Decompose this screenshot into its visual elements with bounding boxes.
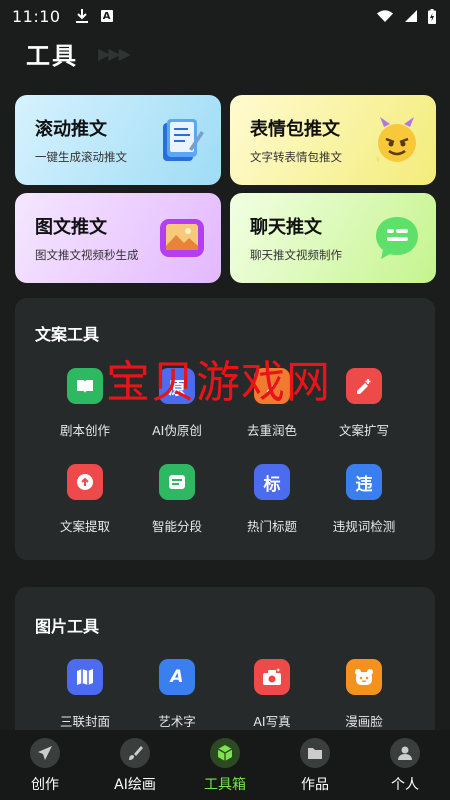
tool-label: 文案提取 <box>59 519 110 534</box>
bottom-tab-bar: 创作 AI绘画 工具箱 作品 个人 <box>0 730 450 800</box>
folder-icon <box>300 738 330 768</box>
tab-toolbox[interactable]: 工具箱 <box>180 730 270 800</box>
tab-label: 创作 <box>31 777 59 793</box>
picture-frame-icon <box>160 219 204 257</box>
chat-bubble-icon <box>376 217 418 259</box>
keyboard-a-icon: A <box>100 10 113 22</box>
paper-plane-icon <box>30 738 60 768</box>
polish-icon <box>254 368 290 404</box>
violation-icon: 违 <box>346 464 382 500</box>
tool-label: 热门标题 <box>246 519 297 534</box>
tab-ai-drawing[interactable]: AI绘画 <box>90 730 180 800</box>
tab-profile[interactable]: 个人 <box>360 730 450 800</box>
copy-tools-panel: 文案工具 剧本创作 原 AI伪原创 去重润色 文案扩写 文案提取 智能分段 标 … <box>15 298 435 560</box>
icon-glyph: A <box>170 667 184 687</box>
icon-glyph: 标 <box>263 474 281 495</box>
pen-plus-icon <box>346 368 382 404</box>
icon-glyph: 原 <box>168 378 186 399</box>
tool-label: 文案扩写 <box>338 423 389 438</box>
tab-works[interactable]: 作品 <box>270 730 360 800</box>
tool-copy-extract[interactable]: 文案提取 <box>38 464 132 535</box>
tool-copy-expand[interactable]: 文案扩写 <box>317 368 411 439</box>
download-icon <box>75 9 88 23</box>
clock: 11:10 <box>12 6 61 26</box>
tool-label: 去重润色 <box>246 423 297 438</box>
image-tools-panel: 图片工具 三联封面 A 艺术字 AI写真 漫画脸 <box>15 587 435 747</box>
tool-script-writing[interactable]: 剧本创作 <box>38 368 132 439</box>
arrows-decoration-icon: ▶▶▶ <box>98 44 131 63</box>
tool-ai-portrait[interactable]: AI写真 <box>225 659 319 730</box>
upload-icon <box>67 464 103 500</box>
rewrite-icon: 原 <box>159 368 195 404</box>
brush-icon <box>120 738 150 768</box>
tab-label: 工具箱 <box>204 777 246 793</box>
section-title: 文案工具 <box>35 325 100 344</box>
tool-triple-cover[interactable]: 三联封面 <box>38 659 132 730</box>
tab-label: AI绘画 <box>114 777 156 793</box>
tool-dedupe-polish[interactable]: 去重润色 <box>225 368 319 439</box>
art-letter-icon: A <box>159 659 195 695</box>
devil-emoji-icon <box>376 117 416 162</box>
tab-create[interactable]: 创作 <box>0 730 90 800</box>
segment-icon <box>159 464 195 500</box>
tool-label: AI伪原创 <box>152 423 202 438</box>
tab-label: 个人 <box>391 777 419 793</box>
user-icon <box>390 738 420 768</box>
tool-label: 漫画脸 <box>345 714 383 729</box>
notebook-icon <box>163 119 204 161</box>
card-image-text-tweet[interactable]: 图文推文 图文推文视频秒生成 <box>15 193 221 283</box>
tool-label: 智能分段 <box>151 519 202 534</box>
map-icon <box>67 659 103 695</box>
tool-hot-title[interactable]: 标 热门标题 <box>225 464 319 535</box>
page-title: 工具 <box>26 42 78 70</box>
bear-face-icon <box>346 659 382 695</box>
card-chat-tweet[interactable]: 聊天推文 聊天推文视频制作 <box>230 193 436 283</box>
tool-art-text[interactable]: A 艺术字 <box>130 659 224 730</box>
tool-label: 剧本创作 <box>59 423 110 438</box>
tool-label: 三联封面 <box>59 714 110 729</box>
book-icon <box>67 368 103 404</box>
title-icon: 标 <box>254 464 290 500</box>
section-title: 图片工具 <box>35 617 100 636</box>
tab-label: 作品 <box>301 777 329 793</box>
camera-icon <box>254 659 290 695</box>
battery-charging-icon <box>428 8 436 24</box>
tool-comic-face[interactable]: 漫画脸 <box>317 659 411 730</box>
signal-icon <box>405 10 417 22</box>
card-emoji-tweet[interactable]: 表情包推文 文字转表情包推文 <box>230 95 436 185</box>
tool-label: 违规词检测 <box>332 519 396 534</box>
icon-glyph: 违 <box>355 474 373 495</box>
card-scroll-tweet[interactable]: 滚动推文 一键生成滚动推文 <box>15 95 221 185</box>
page-header: 工具 ▶▶▶ <box>26 36 131 71</box>
tool-label: AI写真 <box>253 714 291 729</box>
cube-icon <box>210 738 240 768</box>
status-bar: 11:10 A <box>0 0 450 32</box>
wifi-icon <box>377 10 393 22</box>
tool-label: 艺术字 <box>158 714 196 729</box>
tool-ai-rewrite[interactable]: 原 AI伪原创 <box>130 368 224 439</box>
tool-banned-word-check[interactable]: 违 违规词检测 <box>317 464 411 535</box>
tool-smart-segment[interactable]: 智能分段 <box>130 464 224 535</box>
